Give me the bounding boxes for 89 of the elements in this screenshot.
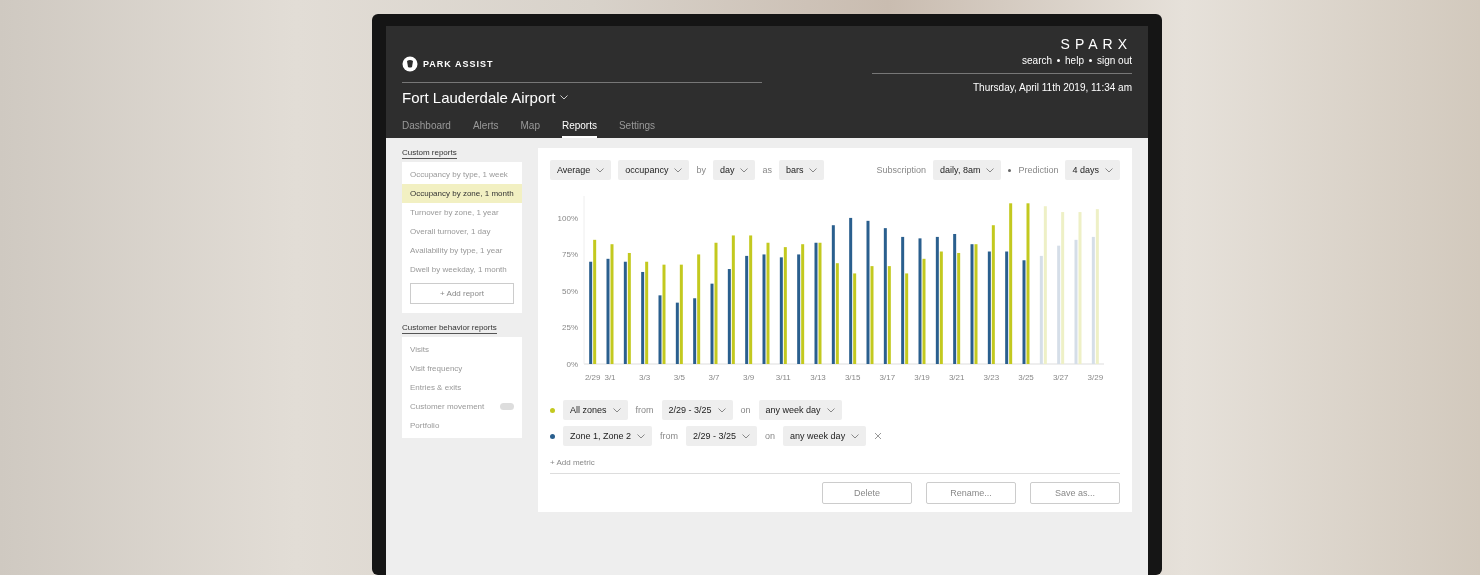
- caret-icon: [742, 433, 751, 439]
- action-button[interactable]: Rename...: [926, 482, 1016, 504]
- connector-label: from: [635, 405, 654, 415]
- axis-label: 75%: [562, 250, 578, 260]
- connector-label: from: [660, 431, 679, 441]
- action-button[interactable]: Delete: [822, 482, 912, 504]
- axis-label: 3/21: [948, 373, 965, 382]
- subscription-dropdown[interactable]: daily, 8am: [933, 160, 1002, 180]
- dropdown[interactable]: Average: [550, 160, 612, 180]
- report-item[interactable]: Visits: [402, 340, 522, 359]
- axis-label: 3/17: [879, 373, 896, 382]
- axis-label: 3/13: [810, 373, 826, 382]
- prediction-label: Prediction: [1018, 165, 1059, 175]
- report-item[interactable]: Occupancy by zone, 1 month: [402, 184, 522, 203]
- caret-icon: [826, 407, 835, 413]
- report-item[interactable]: Dwell by weekday, 1 month: [402, 260, 522, 279]
- axis-label: 3/5: [673, 373, 685, 382]
- report-item[interactable]: Entries & exits: [402, 378, 522, 397]
- caret-icon: [637, 433, 646, 439]
- axis-label: 100%: [557, 213, 578, 223]
- location-dropdown[interactable]: Fort Lauderdale Airport: [402, 82, 762, 106]
- axis-label: 3/27: [1052, 373, 1069, 382]
- header-link[interactable]: sign out: [1096, 55, 1132, 66]
- nav-tab[interactable]: Map: [520, 116, 540, 138]
- dropdown[interactable]: day: [712, 160, 756, 180]
- add-report-button[interactable]: + Add report: [410, 283, 514, 304]
- dropdown[interactable]: occupancy: [618, 160, 690, 180]
- caret-icon: [717, 407, 726, 413]
- add-metric-link[interactable]: + Add metric: [550, 458, 595, 467]
- nav-tab[interactable]: Dashboard: [402, 116, 451, 138]
- axis-label: 3/19: [914, 373, 930, 382]
- caret-icon: [809, 167, 818, 173]
- axis-label: 3/25: [1018, 373, 1034, 382]
- separator-dot-icon: [1057, 59, 1061, 62]
- axis-label: 25%: [562, 323, 578, 333]
- caret-icon: [674, 167, 683, 173]
- axis-label: 0%: [566, 360, 578, 369]
- weekday-dropdown[interactable]: any week day: [758, 400, 842, 420]
- subscription-label: Subscription: [876, 165, 927, 175]
- header-link[interactable]: search: [1022, 55, 1053, 66]
- nav-tab[interactable]: Settings: [618, 116, 656, 138]
- nav-tab[interactable]: Reports: [561, 116, 597, 138]
- axis-label: 3/9: [743, 373, 755, 382]
- report-item[interactable]: Portfolio: [402, 416, 522, 435]
- date-time: Thursday, April 11th 2019, 11:34 am: [872, 73, 1132, 93]
- caret-icon: [851, 433, 860, 439]
- axis-label: 3/15: [844, 373, 861, 382]
- axis-label: 3/7: [708, 373, 720, 382]
- caret-icon: [740, 167, 749, 173]
- report-item[interactable]: Occupancy by type, 1 week: [402, 165, 522, 184]
- axis-label: 2/29: [584, 373, 601, 382]
- report-item[interactable]: Availability by type, 1 year: [402, 241, 522, 260]
- axis-label: 50%: [562, 286, 578, 296]
- nav-tab[interactable]: Alerts: [472, 116, 499, 138]
- report-item[interactable]: Turnover by zone, 1 year: [402, 203, 522, 222]
- zone-dropdown[interactable]: All zones: [563, 400, 628, 420]
- dropdown[interactable]: bars: [778, 160, 825, 180]
- connector-label: on: [765, 431, 776, 441]
- report-item[interactable]: Visit frequency: [402, 359, 522, 378]
- report-item[interactable]: Customer movement: [402, 397, 522, 416]
- axis-label: 3/11: [775, 373, 791, 382]
- product-logo: SPARX: [1060, 36, 1132, 52]
- caret-icon: [612, 407, 621, 413]
- connector-label: on: [740, 405, 751, 415]
- connector-label: as: [762, 165, 772, 175]
- separator-dot-icon: [1088, 59, 1092, 62]
- separator-dot-icon: [1008, 168, 1012, 172]
- action-button[interactable]: Save as...: [1030, 482, 1120, 504]
- prediction-dropdown[interactable]: 4 days: [1065, 160, 1120, 180]
- zone-dropdown[interactable]: Zone 1, Zone 2: [563, 426, 653, 446]
- section-heading: Custom reports: [402, 148, 457, 159]
- caret-icon: [1105, 167, 1113, 173]
- axis-label: 3/29: [1087, 373, 1104, 382]
- axis-label: 3/3: [639, 373, 651, 382]
- section-heading: Customer behavior reports: [402, 323, 497, 334]
- header-link[interactable]: help: [1065, 55, 1084, 66]
- caret-icon: [560, 95, 569, 100]
- connector-label: by: [696, 165, 706, 175]
- logo-icon: [402, 56, 418, 72]
- date-range-dropdown[interactable]: 2/29 - 3/25: [661, 400, 733, 420]
- axis-label: 3/1: [604, 373, 616, 382]
- caret-icon: [596, 167, 605, 173]
- date-range-dropdown[interactable]: 2/29 - 3/25: [686, 426, 758, 446]
- brand-name: PARK ASSIST: [423, 59, 494, 69]
- weekday-dropdown[interactable]: any week day: [783, 426, 867, 446]
- caret-icon: [986, 167, 995, 173]
- axis-label: 3/23: [983, 373, 1000, 382]
- report-item[interactable]: Overall turnover, 1 day: [402, 222, 522, 241]
- close-icon[interactable]: [874, 432, 883, 440]
